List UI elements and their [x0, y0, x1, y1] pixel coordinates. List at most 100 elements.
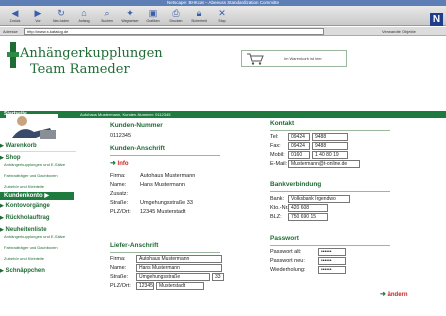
fax-prefix-input[interactable]: 09424	[288, 142, 310, 150]
zusatz-label: Zusatz:	[110, 191, 129, 197]
stop-button[interactable]: ✕ Stop	[211, 8, 233, 25]
browser-toolbar: ◀ Zurück ▶ Vor ↻ Neu laden ⌂ Anfang ⌕ Suchen …	[0, 6, 446, 26]
sidebar-item-rueckholauftrag[interactable]: ▶ Rückholauftrag	[0, 214, 76, 222]
sidebar-item-warenkorb[interactable]: ▶ Warenkorb	[0, 142, 76, 150]
delivery-title: Liefer-Anschrift	[110, 242, 159, 249]
address-bar: Adresse http://www.x-katalog.de Verwandt…	[0, 27, 446, 36]
password-new-label: Passwort neu:	[270, 258, 305, 264]
mobil-input[interactable]: 1 40 80 19	[312, 151, 348, 159]
reload-icon: ↻	[57, 8, 65, 18]
delivery-plz-input[interactable]: 12345	[136, 282, 154, 290]
sidebar-item-neuheitenliste[interactable]: ▶ Neuheitenliste	[0, 226, 76, 234]
chevron-right-icon: ▶	[0, 268, 4, 274]
sidebar-item-kundenkonto[interactable]: Kundenkonto ▶	[0, 192, 74, 200]
delivery-house-number-input[interactable]: 33	[212, 273, 224, 281]
blz-input[interactable]: 750 690 15	[288, 213, 328, 221]
kto-input[interactable]: 420 608	[288, 204, 328, 212]
firma-label: Firma:	[110, 173, 126, 179]
change-button[interactable]: ➜ ändern	[380, 290, 408, 298]
shopping-cart-icon	[247, 53, 264, 65]
password-new-input[interactable]: ••••••	[318, 257, 346, 265]
customer-number-value: 0112345	[110, 133, 132, 139]
name-label: Name:	[110, 182, 127, 188]
blz-label: BLZ:	[270, 214, 282, 220]
customer-photo	[6, 114, 58, 142]
email-label: E-Mail:	[270, 161, 288, 167]
images-icon: ▣	[148, 8, 158, 18]
chevron-right-icon: ▶	[44, 193, 49, 199]
delivery-street-input[interactable]: Umgehungsstraße	[136, 273, 210, 281]
sidebar-sub-zubehoer-news[interactable]: Zubehör und Kleinteile	[4, 256, 74, 262]
bank-title: Bankverbindung	[270, 181, 322, 188]
customer-number-title: Kunden-Nummer	[110, 122, 163, 129]
arrow-right-icon: ➜	[110, 160, 116, 167]
home-button[interactable]: ⌂ Anfang	[73, 8, 95, 25]
tel-input[interactable]: 9488	[312, 133, 348, 141]
print-button[interactable]: ⎙ Drucken	[165, 8, 187, 25]
mobil-prefix-input[interactable]: 0160	[288, 151, 310, 159]
email-input[interactable]: Mustermann@t-online.de	[288, 160, 360, 168]
hitch-logo-icon	[7, 42, 19, 68]
delivery-city-input[interactable]: Musterstadt	[156, 282, 204, 290]
logo-subtitle[interactable]: Team Rameder	[30, 62, 130, 77]
reload-button[interactable]: ↻ Neu laden	[50, 8, 72, 25]
sidebar-item-kontovorgaenge[interactable]: ▶ Kontovorgänge	[0, 202, 76, 210]
delivery-plz-label: PLZ/Ort:	[110, 283, 131, 289]
section-divider	[110, 155, 220, 156]
info-link[interactable]: ➜ Info	[110, 159, 129, 167]
section-divider	[270, 245, 390, 246]
chevron-right-icon: ▶	[0, 227, 4, 233]
print-icon: ⎙	[172, 8, 180, 18]
sidebar-sub-fahrradtraeger-news[interactable]: Fahrradträger und Dachboxen	[4, 245, 74, 251]
stop-icon: ✕	[218, 8, 226, 18]
sidebar-sub-anhaengerkupplungen[interactable]: Anhängerkupplungen und E-Sätze	[4, 162, 74, 168]
guide-icon: ✦	[126, 8, 134, 18]
arrow-right-icon: ➜	[380, 291, 386, 298]
delivery-name-label: Name:	[110, 265, 127, 271]
address-label: Adresse	[3, 29, 18, 34]
guide-button[interactable]: ✦ Wegweiser	[119, 8, 141, 25]
site-header: Anhängerkupplungen Team Rameder Im Waren…	[0, 37, 446, 118]
password-repeat-input[interactable]: ••••••	[318, 266, 346, 274]
password-old-label: Passwort alt:	[270, 249, 302, 255]
contact-title: Kontakt	[270, 120, 295, 127]
sidebar-sub-anhaengerkupplungen-news[interactable]: Anhängerkupplungen und E-Sätze	[4, 234, 74, 240]
plz-value: 12345 Musterstadt	[140, 209, 186, 215]
tel-label: Tel:	[270, 134, 279, 140]
chevron-right-icon: ▶	[0, 155, 4, 161]
delivery-firma-input[interactable]: Autohaus Mustermann	[136, 255, 222, 263]
bank-input[interactable]: Volksbank Irgendwo	[288, 195, 350, 203]
logo-title[interactable]: Anhängerkupplungen	[20, 46, 163, 61]
plz-label: PLZ/Ort:	[110, 209, 131, 215]
tel-prefix-input[interactable]: 09424	[288, 133, 310, 141]
search-button[interactable]: ⌕ Suchen	[96, 8, 118, 25]
sidebar-item-schnaeppchen[interactable]: ▶ Schnäppchen	[0, 267, 76, 275]
back-button[interactable]: ◀ Zurück	[4, 8, 26, 25]
fax-input[interactable]: 9488	[312, 142, 348, 150]
sidebar-item-shop[interactable]: ▶ Shop	[0, 154, 76, 162]
password-old-input[interactable]: ••••••	[318, 248, 346, 256]
customer-info-bar: Autohaus Mustermann, Kunden-Nummer: 0112…	[80, 112, 171, 117]
cart-text: Im Warenkorb ist leer	[284, 56, 322, 61]
delivery-firma-label: Firma:	[110, 256, 126, 262]
images-button[interactable]: ▣ Grafiken	[142, 8, 164, 25]
home-icon: ⌂	[81, 8, 87, 18]
back-arrow-icon: ◀	[11, 8, 19, 18]
chevron-right-icon: ▶	[0, 215, 4, 221]
forward-button[interactable]: ▶ Vor	[27, 8, 49, 25]
cart-status[interactable]: Im Warenkorb ist leer	[241, 50, 347, 67]
security-button[interactable]: 🔒︎ Sicherheit	[188, 8, 210, 25]
sidebar-sub-fahrradtraeger[interactable]: Fahrradträger und Dachboxen	[4, 173, 74, 179]
chevron-right-icon: ▶	[0, 203, 4, 209]
sidebar-sub-zubehoer[interactable]: Zubehör und Kleinteile	[4, 184, 74, 190]
section-divider	[110, 252, 220, 253]
section-divider	[270, 191, 390, 192]
sidebar-divider	[0, 151, 76, 152]
security-icon: 🔒︎	[196, 8, 202, 18]
related-objects-link[interactable]: Verwandte Objekte	[382, 28, 416, 35]
name-value: Hans Mustermann	[140, 182, 185, 188]
delivery-name-input[interactable]: Hans Mustermann	[136, 264, 222, 272]
password-repeat-label: Wiederholung:	[270, 267, 306, 273]
chevron-right-icon: ▶	[0, 143, 4, 149]
address-input[interactable]: http://www.x-katalog.de	[24, 28, 324, 35]
